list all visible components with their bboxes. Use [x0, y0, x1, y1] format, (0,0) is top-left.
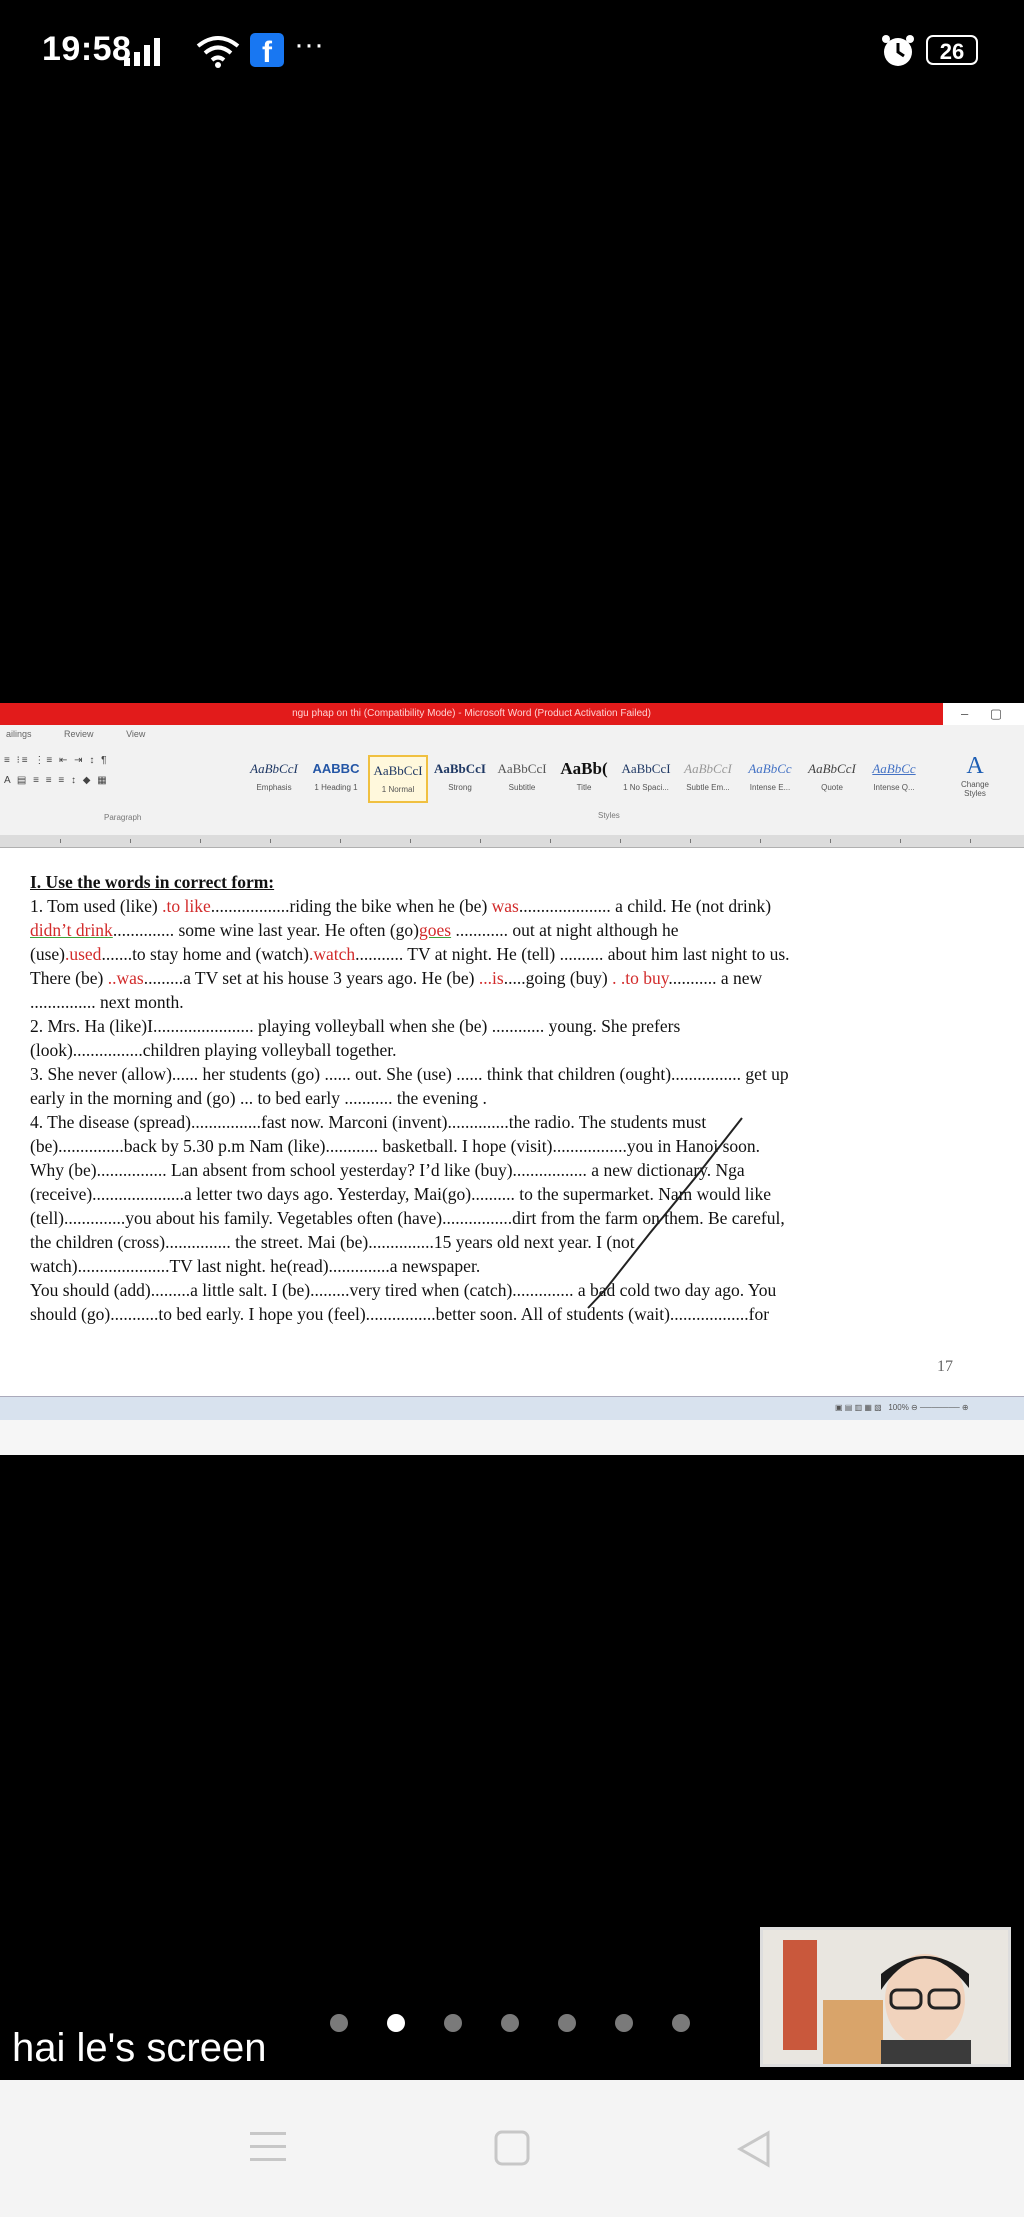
view-buttons[interactable]: ▣ ▤ ▥ ▦ ▧ 100% ⊖ ─────── ⊕: [835, 1403, 969, 1412]
page-dot[interactable]: [330, 2014, 348, 2032]
facebook-icon: f: [250, 33, 284, 67]
style-title[interactable]: AaBb(Title: [554, 755, 614, 803]
zoom-level: 100%: [888, 1403, 909, 1412]
tab-view[interactable]: View: [126, 729, 145, 739]
window-title: ngu phap on thi (Compatibility Mode) - M…: [0, 703, 943, 725]
system-nav-bar: [0, 2080, 1024, 2217]
change-styles-button[interactable]: A Change Styles: [955, 753, 995, 813]
tab-mailings[interactable]: ailings: [6, 729, 32, 739]
style-normal[interactable]: AaBbCcI 1 Normal: [368, 755, 428, 803]
battery-indicator: 26: [926, 35, 978, 65]
change-styles-icon: A: [966, 753, 984, 779]
style-subtle-emphasis[interactable]: AaBbCcI Subtle Em...: [678, 755, 738, 803]
pen-annotation: [587, 1117, 743, 1309]
shared-screen: ngu phap on thi (Compatibility Mode) - M…: [0, 703, 1024, 1455]
page-dot-active[interactable]: [387, 2014, 405, 2032]
style-heading-1[interactable]: AABBC 1 Heading 1: [306, 755, 366, 803]
minimize-button[interactable]: –: [961, 706, 968, 721]
style-strong[interactable]: AaBbCcI Strong: [430, 755, 490, 803]
style-no-spacing[interactable]: AaBbCcI 1 No Spaci...: [616, 755, 676, 803]
clock: 19:58: [42, 30, 132, 68]
ribbon-tabs: ailings Review View: [0, 725, 1024, 743]
desktop-strip: [0, 1420, 1024, 1455]
signal-icon: [124, 38, 160, 66]
horizontal-ruler[interactable]: [0, 835, 1024, 848]
page-indicator[interactable]: [330, 2014, 710, 2036]
document-page[interactable]: I. Use the words in correct form: 1. Tom…: [0, 848, 1024, 1396]
window-controls: – ▢ ✕: [943, 703, 1024, 743]
tab-review[interactable]: Review: [64, 729, 94, 739]
align-buttons-row[interactable]: A ▤ ≡ ≡ ≡ ↕ ◆ ▦: [4, 775, 240, 795]
page-dot[interactable]: [672, 2014, 690, 2032]
page-dot[interactable]: [558, 2014, 576, 2032]
status-bar: 19:58 f ··· 26: [0, 0, 1024, 104]
presenter-screen-label: hai le's screen: [12, 2026, 267, 2070]
styles-gallery: AaBbCcI Emphasis AABBC 1 Heading 1 AaBbCcI…: [244, 755, 972, 805]
more-notifications-icon: ···: [294, 28, 324, 61]
page-dot[interactable]: [501, 2014, 519, 2032]
home-icon[interactable]: [494, 2130, 530, 2166]
wifi-icon: [196, 36, 240, 68]
self-video-thumbnail[interactable]: [760, 1927, 1011, 2067]
ribbon: ailings Review View ≡ ⁝≡ ⋮≡ ⇤ ⇥ ↕ ¶ A ▤ …: [0, 725, 1024, 836]
alarm-icon: [882, 35, 914, 66]
participant-video: [763, 1930, 1008, 2064]
paragraph-group: ≡ ⁝≡ ⋮≡ ⇤ ⇥ ↕ ¶ A ▤ ≡ ≡ ≡ ↕ ◆ ▦ Paragrap…: [4, 755, 240, 825]
style-subtitle[interactable]: AaBbCcI Subtitle: [492, 755, 552, 803]
style-intense-emphasis[interactable]: AaBbCc Intense E...: [740, 755, 800, 803]
styles-group-label: Styles: [598, 811, 620, 820]
style-emphasis[interactable]: AaBbCcI Emphasis: [244, 755, 304, 803]
style-quote[interactable]: AaBbCcI Quote: [802, 755, 862, 803]
list-buttons-row[interactable]: ≡ ⁝≡ ⋮≡ ⇤ ⇥ ↕ ¶: [4, 755, 240, 775]
word-status-bar: ▣ ▤ ▥ ▦ ▧ 100% ⊖ ─────── ⊕: [0, 1396, 1024, 1421]
maximize-button[interactable]: ▢: [990, 706, 1002, 721]
paragraph-group-label: Paragraph: [104, 813, 142, 822]
back-icon[interactable]: [736, 2130, 772, 2168]
style-intense-quote[interactable]: AaBbCc Intense Q...: [864, 755, 924, 803]
page-dot[interactable]: [615, 2014, 633, 2032]
page-dot[interactable]: [444, 2014, 462, 2032]
recent-apps-icon[interactable]: [250, 2130, 286, 2164]
page-number: 17: [937, 1358, 953, 1375]
